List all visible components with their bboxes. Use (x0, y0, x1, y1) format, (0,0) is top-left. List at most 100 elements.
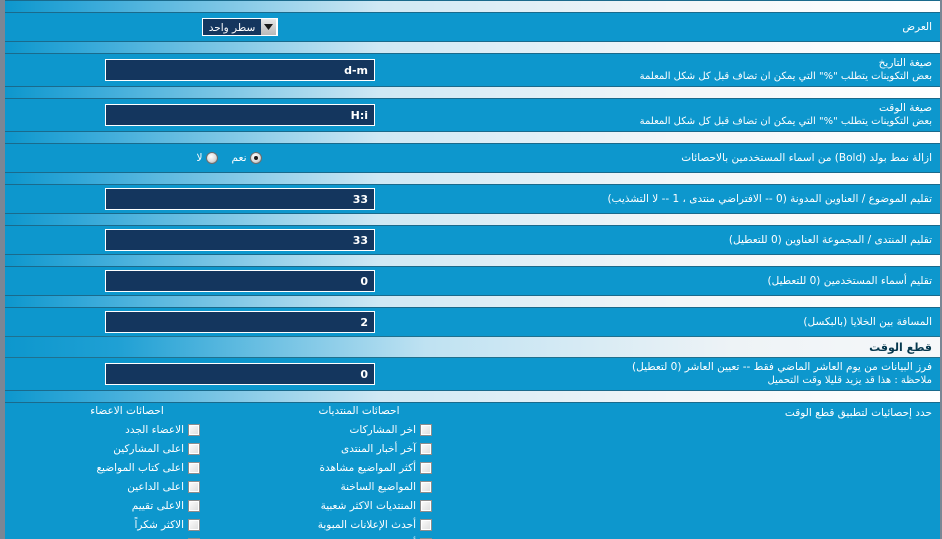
label-text: تقليم المنتدى / المجموعة العناوين (0 للت… (728, 233, 932, 246)
divider-top (5, 0, 940, 13)
checkbox-label: أحدث الإعلانات المبوبة (317, 518, 416, 531)
checkbox-icon[interactable] (188, 499, 200, 512)
row-time-cut-control (5, 360, 475, 388)
checkbox-label: أكثر المواضيع مشاهدة (319, 461, 417, 474)
date-format-input[interactable] (105, 59, 375, 81)
row-display-control: سطر واحد (5, 15, 475, 39)
checkbox-row[interactable]: الاكثر شكراً (54, 515, 200, 534)
label-text: صيغة التاريخ (878, 57, 932, 69)
radio-icon-yes[interactable] (249, 152, 262, 164)
row-display: العرض سطر واحد (5, 13, 940, 41)
row-date-format-label: صيغة التاريخ بعض التكوينات يتطلب "%" الت… (475, 54, 940, 86)
row-display-label: العرض (475, 18, 940, 37)
row-time-format: صيغة الوقت بعض التكوينات يتطلب "%" التي … (5, 99, 940, 131)
row-trim-usernames: تقليم أسماء المستخدمين (0 للتعطيل) (5, 267, 940, 295)
section-header-time-cut: قطع الوقت (5, 336, 940, 358)
checkbox-row[interactable]: أحدث الإعلانات المبوبة (286, 515, 432, 534)
checkbox-label: اعلى كتاب المواضيع (96, 461, 184, 474)
checkbox-columns: احصائات المنتديات اخر المشاركات آخر أخبا… (5, 405, 475, 539)
checkbox-icon[interactable] (420, 442, 432, 455)
trim-forum-input[interactable] (105, 229, 375, 251)
row-bold-removal-control: نعم لا (5, 149, 475, 167)
checkbox-row[interactable]: المنتديات الاكثر شعبية (286, 496, 432, 515)
checkbox-row[interactable]: الاعلى تقييم (54, 496, 200, 515)
checkbox-row[interactable]: اخر المشاركات (286, 420, 432, 439)
radio-option-yes[interactable]: نعم (232, 152, 262, 164)
display-select[interactable]: سطر واحد (201, 18, 279, 36)
label-text: المسافة بين الخلايا (بالبكسل) (803, 315, 932, 328)
column-title: احصائات المنتديات (318, 405, 400, 417)
checkbox-icon[interactable] (420, 499, 432, 512)
checkbox-icon[interactable] (188, 480, 200, 493)
radio-label-yes: نعم (231, 152, 247, 164)
checkbox-icon[interactable] (420, 423, 432, 436)
checkbox-section-label: حدد إحصائيات لتطبيق قطع الوقت (784, 407, 932, 419)
chevron-down-icon[interactable] (261, 19, 278, 35)
bold-removal-radio-group: نعم لا (197, 152, 284, 164)
checkbox-icon[interactable] (420, 518, 432, 531)
label-hint: بعض التكوينات يتطلب "%" التي يمكن ان تضا… (639, 116, 932, 127)
row-trim-thread-label: تقليم الموضوع / العناوين المدونة (0 -- ا… (475, 190, 940, 209)
trim-thread-input[interactable] (105, 188, 375, 210)
checkbox-label: اخر المشاركات (349, 423, 416, 436)
row-bold-removal: ازالة نمط بولد (Bold) من اسماء المستخدمي… (5, 144, 940, 172)
checkbox-row[interactable]: اعلى كتاب المواضيع (54, 458, 200, 477)
checkbox-row[interactable]: آخر أخبار المنتدى (286, 439, 432, 458)
row-time-cut: فرز البيانات من يوم العاشر الماضي فقط --… (5, 358, 940, 390)
checkbox-row[interactable]: اعلى المخالفين (54, 534, 200, 539)
row-time-cut-label: فرز البيانات من يوم العاشر الماضي فقط --… (475, 358, 940, 390)
radio-option-no[interactable]: لا (197, 152, 218, 164)
checkbox-label: اعلى الداعين (127, 480, 184, 493)
checkbox-label: الاكثر شكراً (134, 518, 184, 531)
row-date-format-control (5, 56, 475, 84)
label-note: ملاحظة : هذا قد يزيد قليلا وقت التحميل (767, 375, 932, 386)
label-text: تقليم أسماء المستخدمين (0 للتعطيل) (767, 274, 932, 287)
checkbox-icon[interactable] (420, 480, 432, 493)
checkbox-label: الاعلى تقييم (131, 499, 184, 512)
cell-spacing-input[interactable] (105, 311, 375, 333)
checkbox-icon[interactable] (188, 423, 200, 436)
checkbox-row[interactable]: اعلى الداعين (54, 477, 200, 496)
options-page: العرض سطر واحد صيغة التاريخ بعض التكوينا… (5, 0, 940, 539)
row-cell-spacing-label: المسافة بين الخلايا (بالبكسل) (475, 313, 940, 332)
checkbox-icon[interactable] (188, 461, 200, 474)
radio-label-no: لا (196, 152, 203, 164)
time-format-input[interactable] (105, 104, 375, 126)
divider-7 (5, 295, 940, 308)
divider-1 (5, 41, 940, 54)
checkbox-row[interactable]: اعلى المشاركين (54, 439, 200, 458)
checkbox-icon[interactable] (188, 442, 200, 455)
divider-2 (5, 86, 940, 99)
label-text: صيغة الوقت (879, 102, 932, 114)
checkbox-icon[interactable] (420, 461, 432, 474)
checkbox-label: اعلى المشاركين (113, 442, 184, 455)
checkbox-label: آخر أخبار المنتدى (341, 442, 416, 455)
column-title: احصائات الاعضاء (90, 405, 164, 417)
row-cell-spacing-control (5, 308, 475, 336)
time-cut-input[interactable] (105, 363, 375, 385)
label-text: ازالة نمط بولد (Bold) من اسماء المستخدمي… (681, 151, 932, 164)
checkbox-icon[interactable] (188, 518, 200, 531)
label-text: فرز البيانات من يوم العاشر الماضي فقط --… (632, 361, 932, 373)
checkbox-label: المنتديات الاكثر شعبية (320, 499, 416, 512)
checkbox-column-forums: احصائات المنتديات اخر المشاركات آخر أخبا… (243, 405, 475, 539)
divider-3 (5, 131, 940, 144)
section-title-text: قطع الوقت (869, 340, 932, 354)
checkbox-row[interactable]: المواضيع الساخنة (286, 477, 432, 496)
checkbox-label: الاعضاء الجدد (125, 423, 184, 436)
divider-4 (5, 172, 940, 185)
checkbox-column-members: احصائات الاعضاء الاعضاء الجدد اعلى المشا… (11, 405, 243, 539)
row-cell-spacing: المسافة بين الخلايا (بالبكسل) (5, 308, 940, 336)
label-hint: بعض التكوينات يتطلب "%" التي يمكن ان تضا… (639, 71, 932, 82)
trim-usernames-input[interactable] (105, 270, 375, 292)
row-trim-forum-label: تقليم المنتدى / المجموعة العناوين (0 للت… (475, 231, 940, 250)
row-trim-thread-control (5, 185, 475, 213)
divider-5 (5, 213, 940, 226)
row-trim-forum-control (5, 226, 475, 254)
checkbox-row[interactable]: أخر مشاركات المدونة (286, 534, 432, 539)
time-cut-statistics-area: حدد إحصائيات لتطبيق قطع الوقت احصائات ال… (5, 403, 940, 539)
radio-icon-no[interactable] (205, 152, 218, 164)
checkbox-row[interactable]: أكثر المواضيع مشاهدة (286, 458, 432, 477)
label-text: العرض (902, 20, 932, 33)
checkbox-row[interactable]: الاعضاء الجدد (54, 420, 200, 439)
